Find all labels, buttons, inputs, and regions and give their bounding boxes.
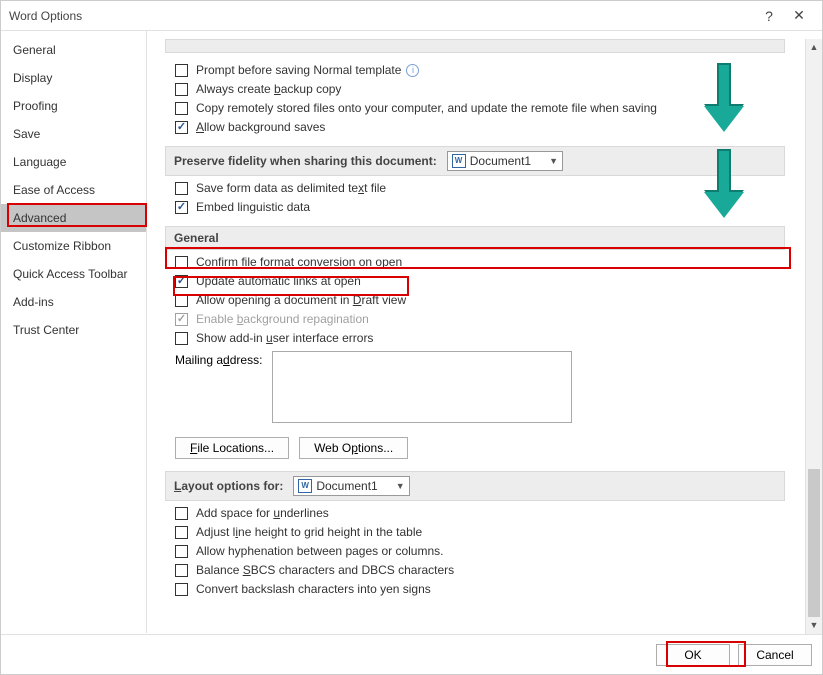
opt-label: Show add-in user interface errors — [196, 331, 373, 345]
opt-underlines[interactable]: Add space for underlines — [175, 506, 790, 520]
opt-hyphen[interactable]: Allow hyphenation between pages or colum… — [175, 544, 790, 558]
checkbox-icon[interactable] — [175, 275, 188, 288]
checkbox-icon[interactable] — [175, 583, 188, 596]
opt-label: Allow hyphenation between pages or colum… — [196, 544, 444, 558]
opt-label: Allow background saves — [196, 120, 325, 134]
opt-delimited[interactable]: Save form data as delimited text file — [175, 181, 790, 195]
checkbox-icon[interactable] — [175, 256, 188, 269]
opt-repag: Enable background repagination — [175, 312, 790, 326]
checkbox-icon[interactable] — [175, 545, 188, 558]
opt-addin-errors[interactable]: Show add-in user interface errors — [175, 331, 790, 345]
content-pane: Prompt before saving Normal template i A… — [165, 39, 790, 634]
sidebar-item-proofing[interactable]: Proofing — [1, 92, 146, 120]
chevron-down-icon: ▼ — [549, 156, 558, 166]
mailing-input[interactable] — [272, 351, 572, 423]
section-general: General — [165, 226, 785, 250]
opt-sbcs[interactable]: Balance SBCS characters and DBCS charact… — [175, 563, 790, 577]
checkbox-icon — [175, 313, 188, 326]
opt-backup[interactable]: Always create backup copy — [175, 82, 790, 96]
layout-doc-select[interactable]: Document1 ▼ — [293, 476, 409, 496]
footer: OK Cancel — [1, 634, 822, 674]
checkbox-icon[interactable] — [175, 507, 188, 520]
checkbox-icon[interactable] — [175, 83, 188, 96]
section-title: Layout options for: — [174, 479, 283, 493]
ok-button[interactable]: OK — [656, 644, 730, 666]
checkbox-icon[interactable] — [175, 182, 188, 195]
content-wrap: Prompt before saving Normal template i A… — [147, 31, 822, 633]
sidebar-item-save[interactable]: Save — [1, 120, 146, 148]
checkbox-icon[interactable] — [175, 332, 188, 345]
fidelity-doc-select[interactable]: Document1 ▼ — [447, 151, 563, 171]
checkbox-icon[interactable] — [175, 564, 188, 577]
opt-label: Enable background repagination — [196, 312, 369, 326]
prev-section-tail — [165, 39, 785, 53]
opt-label: Convert backslash characters into yen si… — [196, 582, 431, 596]
checkbox-icon[interactable] — [175, 201, 188, 214]
opt-label: Copy remotely stored files onto your com… — [196, 101, 657, 115]
sidebar-item-addins[interactable]: Add-ins — [1, 288, 146, 316]
checkbox-icon[interactable] — [175, 102, 188, 115]
titlebar: Word Options ? ✕ — [1, 1, 822, 31]
checkbox-icon[interactable] — [175, 526, 188, 539]
scroll-up-button[interactable]: ▲ — [806, 39, 822, 56]
select-value: Document1 — [316, 479, 377, 493]
sidebar-item-language[interactable]: Language — [1, 148, 146, 176]
word-doc-icon — [298, 479, 312, 493]
scroll-thumb[interactable] — [808, 469, 820, 619]
section-layout: Layout options for: Document1 ▼ — [165, 471, 785, 501]
chevron-down-icon: ▼ — [396, 481, 405, 491]
opt-label: Adjust line height to grid height in the… — [196, 525, 422, 539]
opt-draft[interactable]: Allow opening a document in Draft view — [175, 293, 790, 307]
sidebar-item-general[interactable]: General — [1, 36, 146, 64]
sidebar-item-qat[interactable]: Quick Access Toolbar — [1, 260, 146, 288]
sidebar-item-trust[interactable]: Trust Center — [1, 316, 146, 344]
opt-update-links[interactable]: Update automatic links at open — [175, 274, 790, 288]
opt-remote[interactable]: Copy remotely stored files onto your com… — [175, 101, 790, 115]
file-locations-button[interactable]: File Locations... — [175, 437, 289, 459]
opt-label: Balance SBCS characters and DBCS charact… — [196, 563, 454, 577]
opt-label: Allow opening a document in Draft view — [196, 293, 406, 307]
info-icon[interactable]: i — [406, 64, 419, 77]
opt-label: Confirm file format conversion on open — [196, 255, 402, 269]
opt-label: Update automatic links at open — [196, 274, 361, 288]
opt-label: Always create backup copy — [196, 82, 341, 96]
sidebar-item-ease[interactable]: Ease of Access — [1, 176, 146, 204]
section-title: General — [174, 231, 219, 245]
opt-confirm-conv[interactable]: Confirm file format conversion on open — [175, 255, 790, 269]
scroll-down-button[interactable]: ▼ — [806, 617, 822, 634]
mailing-label: Mailing address: — [175, 351, 262, 367]
opt-label: Prompt before saving Normal template — [196, 63, 401, 77]
web-options-button[interactable]: Web Options... — [299, 437, 408, 459]
checkbox-icon[interactable] — [175, 64, 188, 77]
opt-line-height[interactable]: Adjust line height to grid height in the… — [175, 525, 790, 539]
sidebar: General Display Proofing Save Language E… — [1, 31, 147, 633]
opt-bg-saves[interactable]: Allow background saves — [175, 120, 790, 134]
opt-label: Embed linguistic data — [196, 200, 310, 214]
close-button[interactable]: ✕ — [784, 7, 814, 24]
opt-label: Save form data as delimited text file — [196, 181, 386, 195]
scrollbar[interactable]: ▲ ▼ — [805, 39, 822, 634]
sidebar-item-ribbon[interactable]: Customize Ribbon — [1, 232, 146, 260]
sidebar-item-display[interactable]: Display — [1, 64, 146, 92]
opt-prompt-normal[interactable]: Prompt before saving Normal template i — [175, 63, 790, 77]
select-value: Document1 — [470, 154, 531, 168]
checkbox-icon[interactable] — [175, 294, 188, 307]
opt-yen[interactable]: Convert backslash characters into yen si… — [175, 582, 790, 596]
section-fidelity: Preserve fidelity when sharing this docu… — [165, 146, 785, 176]
main-area: General Display Proofing Save Language E… — [1, 31, 822, 633]
sidebar-item-advanced[interactable]: Advanced — [1, 204, 146, 232]
cancel-button[interactable]: Cancel — [738, 644, 812, 666]
word-doc-icon — [452, 154, 466, 168]
window-title: Word Options — [9, 9, 754, 23]
mailing-row: Mailing address: — [175, 351, 790, 423]
checkbox-icon[interactable] — [175, 121, 188, 134]
opt-embed-ling[interactable]: Embed linguistic data — [175, 200, 790, 214]
section-title: Preserve fidelity when sharing this docu… — [174, 154, 437, 168]
opt-label: Add space for underlines — [196, 506, 329, 520]
help-button[interactable]: ? — [754, 8, 784, 24]
